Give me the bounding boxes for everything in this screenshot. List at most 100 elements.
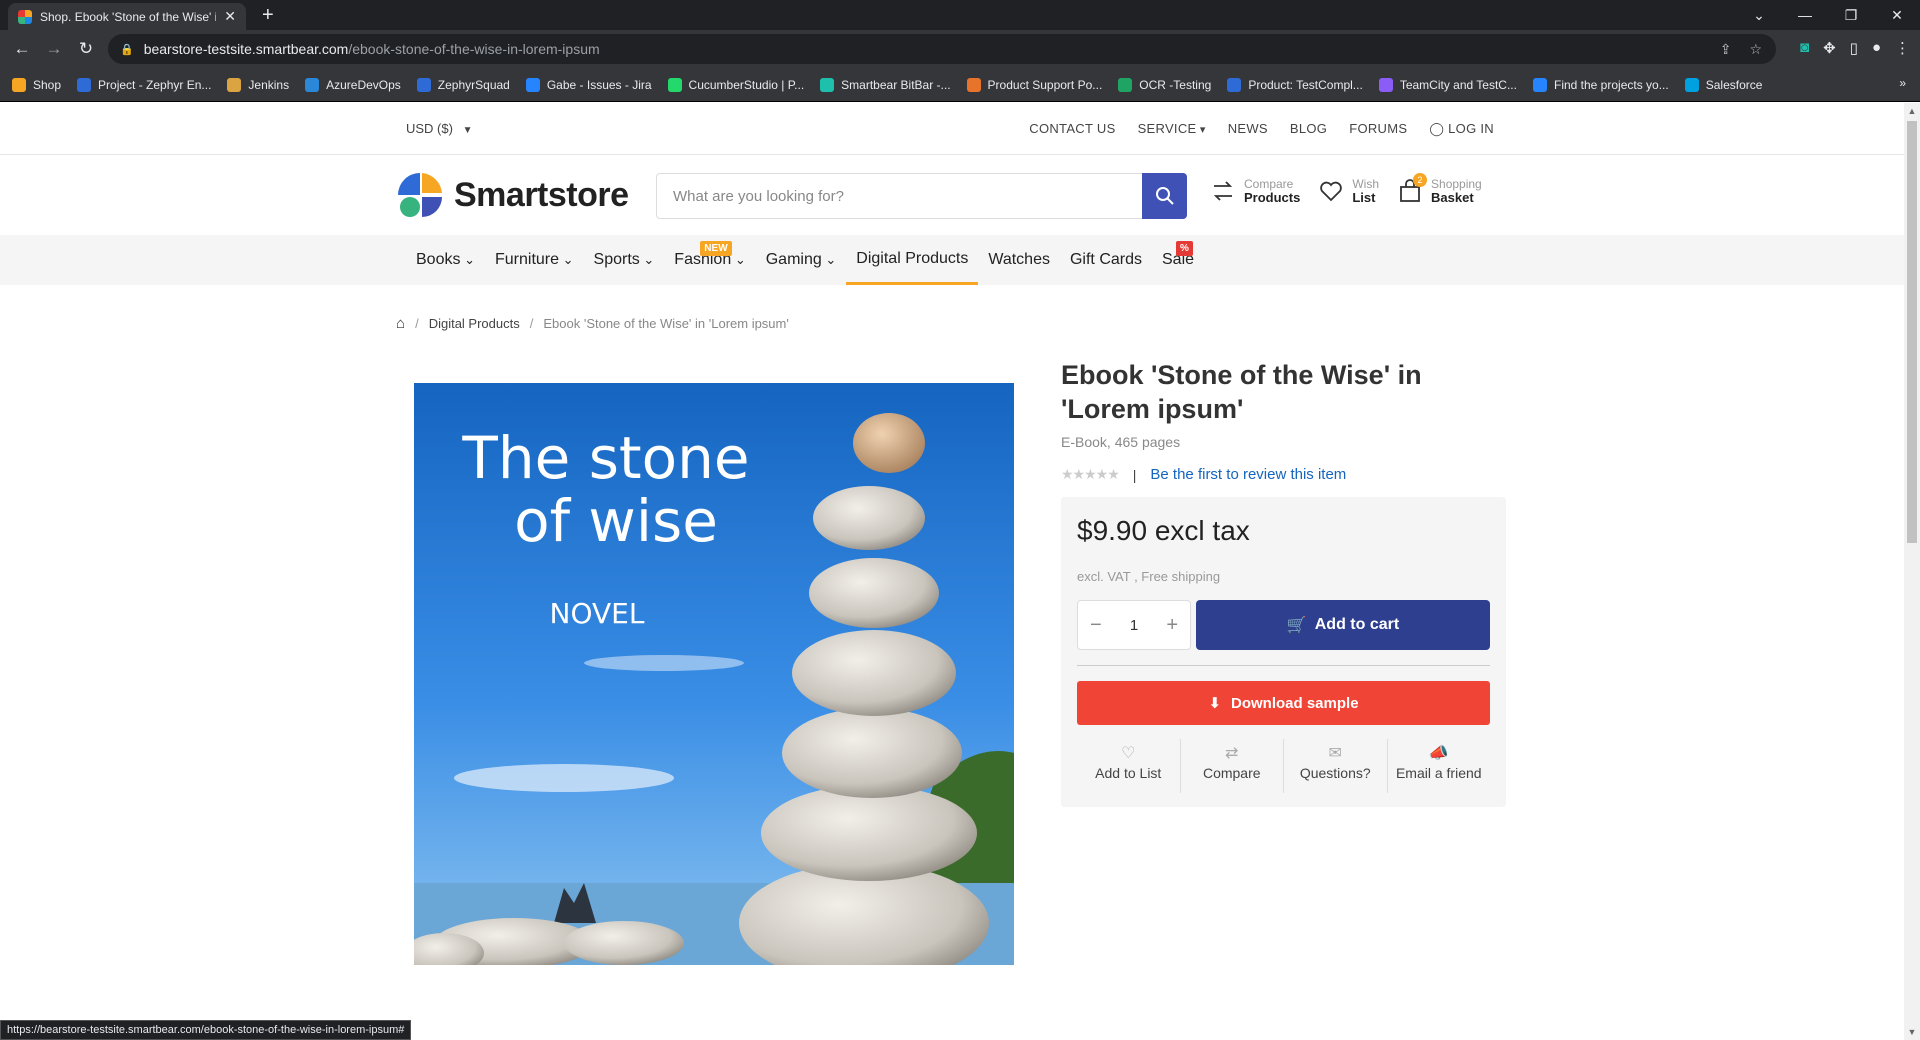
bookmark-star-icon[interactable]: ☆	[1749, 41, 1762, 58]
review-link[interactable]: Be the first to review this item	[1150, 466, 1346, 483]
site-logo[interactable]: Smartstore	[396, 171, 629, 219]
new-tab-icon[interactable]: +	[262, 4, 274, 27]
status-bar-url: https://bearstore-testsite.smartbear.com…	[0, 1020, 412, 1040]
scroll-down-icon[interactable]: ▼	[1904, 1024, 1920, 1040]
side-panel-icon[interactable]: ▯	[1850, 39, 1858, 57]
category-watches[interactable]: Watches	[978, 235, 1060, 285]
profile-icon[interactable]: ●	[1872, 39, 1881, 57]
browser-tab[interactable]: Shop. Ebook 'Stone of the Wise' i ✕	[8, 3, 246, 30]
top-link-label: SERVICE	[1137, 121, 1197, 136]
quantity-stepper[interactable]: − 1 +	[1077, 600, 1191, 650]
chevron-down-icon: ⌄	[639, 252, 655, 267]
action-email-a-friend[interactable]: 📣 Email a friend	[1388, 739, 1491, 793]
top-link-service[interactable]: SERVICE ▾	[1138, 121, 1206, 137]
bookmark-item[interactable]: Product Support Po...	[966, 77, 1102, 92]
product-image[interactable]: The stone of wise NOVEL	[414, 383, 1014, 965]
shopping-basket-link[interactable]: 2 Shopping Basket	[1397, 173, 1482, 205]
action-compare[interactable]: ⇄ Compare	[1181, 739, 1284, 793]
top-link-news[interactable]: NEWS	[1228, 121, 1268, 137]
page-scrollbar[interactable]: ▲ ▼	[1904, 103, 1920, 1040]
category-books[interactable]: Books ⌄	[406, 235, 485, 285]
product-actions: ♡ Add to List ⇄ Compare ✉ Questions? 📣 Email a …	[1077, 739, 1490, 793]
home-icon[interactable]: ⌂	[396, 315, 405, 332]
address-bar[interactable]: 🔒 bearstore-testsite.smartbear.com/ebook…	[108, 34, 1776, 64]
search-button[interactable]	[1142, 173, 1187, 219]
bookmark-item[interactable]: CucumberStudio | P...	[667, 77, 804, 92]
download-sample-button[interactable]: ⬇ Download sample	[1077, 681, 1490, 725]
minus-icon[interactable]: −	[1090, 614, 1102, 637]
bookmark-item[interactable]: Gabe - Issues - Jira	[525, 77, 652, 92]
top-link-log-in[interactable]: ◯ LOG IN	[1429, 121, 1494, 137]
top-link-blog[interactable]: BLOG	[1290, 121, 1327, 137]
bookmarks-overflow-icon[interactable]: »	[1899, 76, 1906, 90]
bookmark-item[interactable]: TeamCity and TestC...	[1378, 77, 1517, 92]
kebab-menu-icon[interactable]: ⋮	[1895, 39, 1910, 57]
action-add-to-list[interactable]: ♡ Add to List	[1077, 739, 1181, 793]
bookmark-item[interactable]: Find the projects yo...	[1532, 77, 1669, 92]
site-header: Smartstore What are you looking for? Com…	[0, 155, 1904, 235]
bookmark-item[interactable]: Product: TestCompl...	[1227, 77, 1363, 92]
compare-products-link[interactable]: Compare Products	[1210, 177, 1300, 205]
currency-label: USD ($)	[406, 121, 453, 136]
minimize-icon[interactable]: —	[1782, 0, 1828, 30]
bookmark-item[interactable]: Salesforce	[1684, 77, 1762, 92]
top-link-forums[interactable]: FORUMS	[1349, 121, 1407, 137]
bookmark-favicon-icon	[1378, 77, 1393, 92]
scroll-up-icon[interactable]: ▲	[1904, 103, 1920, 119]
top-link-label: FORUMS	[1349, 121, 1408, 136]
scroll-thumb[interactable]	[1907, 121, 1917, 543]
category-gaming[interactable]: Gaming ⌄	[756, 235, 847, 285]
reload-icon[interactable]: ↻	[70, 39, 102, 59]
bookmark-label: Smartbear BitBar -...	[841, 77, 951, 92]
bookmark-item[interactable]: ZephyrSquad	[416, 77, 510, 92]
quantity-value[interactable]: 1	[1130, 617, 1138, 634]
close-window-icon[interactable]: ✕	[1874, 0, 1920, 30]
category-gift-cards[interactable]: Gift Cards	[1060, 235, 1152, 285]
category-fashion[interactable]: Fashion ⌄ NEW	[664, 235, 755, 285]
product-price: $9.90 excl tax	[1077, 515, 1250, 546]
basket-count-badge: 2	[1413, 173, 1428, 187]
compare-top-label: Compare	[1244, 177, 1294, 191]
book-cover-image: The stone of wise NOVEL	[414, 383, 1014, 965]
bookmark-item[interactable]: AzureDevOps	[305, 77, 401, 92]
back-icon[interactable]: ←	[6, 39, 38, 59]
download-sample-label: Download sample	[1231, 694, 1359, 712]
chevron-down-icon: ▼	[462, 125, 473, 136]
bookmark-label: Shop	[33, 77, 62, 92]
bookmark-item[interactable]: OCR -Testing	[1118, 77, 1211, 92]
wish-top-label: Wish	[1352, 177, 1380, 191]
add-to-cart-button[interactable]: 🛒 Add to cart	[1196, 600, 1490, 650]
currency-selector[interactable]: USD ($) ▼	[406, 121, 472, 136]
bookmark-item[interactable]: Project - Zephyr En...	[77, 77, 211, 92]
forward-icon[interactable]: →	[38, 39, 70, 59]
category-furniture[interactable]: Furniture ⌄	[485, 235, 584, 285]
bookmark-item[interactable]: Shop	[12, 77, 62, 92]
wish-list-link[interactable]: Wish List	[1318, 177, 1379, 205]
basket-top-label: Shopping	[1431, 177, 1482, 191]
bookmark-favicon-icon	[12, 77, 26, 92]
share-icon[interactable]: ⇪	[1720, 41, 1732, 58]
search-input[interactable]: What are you looking for?	[656, 173, 1154, 219]
category-sports[interactable]: Sports ⌄	[584, 235, 665, 285]
chevron-down-icon: ⌄	[460, 252, 475, 267]
plus-icon[interactable]: +	[1166, 614, 1178, 637]
category-label: Digital Products	[856, 250, 969, 267]
add-to-cart-label: Add to cart	[1314, 616, 1400, 633]
product-title: Ebook 'Stone of the Wise' in 'Lorem ipsu…	[1061, 360, 1422, 424]
category-digital-products[interactable]: Digital Products	[846, 235, 979, 285]
top-link-contact-us[interactable]: CONTACT US	[1029, 121, 1115, 137]
action-label: Email a friend	[1395, 765, 1482, 781]
action-questions[interactable]: ✉ Questions?	[1284, 739, 1388, 793]
puzzle-icon[interactable]: ✥	[1823, 39, 1836, 57]
user-icon: ◯	[1429, 121, 1449, 136]
restore-icon[interactable]: ❐	[1828, 0, 1874, 30]
extension-icon[interactable]: ◙	[1800, 39, 1809, 57]
bookmark-item[interactable]: Jenkins	[227, 77, 289, 92]
heart-icon: ♡	[1121, 745, 1136, 762]
breadcrumb-parent[interactable]: Digital Products	[429, 316, 520, 331]
category-sale[interactable]: Sale%	[1152, 235, 1204, 285]
tab-search-icon[interactable]: ⌄	[1736, 0, 1782, 30]
bookmark-item[interactable]: Smartbear BitBar -...	[820, 77, 951, 92]
close-tab-icon[interactable]: ✕	[224, 8, 236, 25]
top-link-label: CONTACT US	[1029, 121, 1116, 136]
